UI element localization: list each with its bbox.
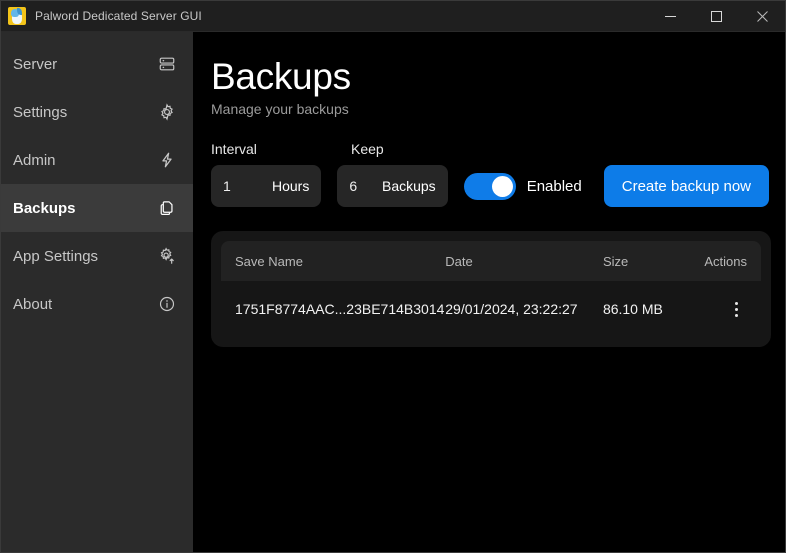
sidebar-item-server[interactable]: Server [1,40,193,88]
keep-value: 6 [349,178,358,195]
window-controls [647,1,785,32]
enabled-toggle-group: Enabled [463,172,582,200]
control-labels-row: Interval Keep [211,141,769,157]
page-subtitle: Manage your backups [211,101,349,118]
backups-table-header: Save Name Date Size Actions [221,241,761,282]
column-header-size: Size [602,253,629,269]
minimize-icon[interactable] [647,1,693,32]
palworld-app-icon [8,7,26,25]
cell-save-name: 1751F8774AAC...23BE714B3014 [235,301,445,318]
sidebar-item-app-settings[interactable]: App Settings [1,232,193,280]
backups-table-card: Save Name Date Size Actions 1751F8774AAC… [211,231,771,348]
cell-date: 29/01/2024, 23:22:27 [445,301,578,318]
sidebar-item-label: Backups [13,199,76,217]
sidebar-item-about[interactable]: About [1,280,193,328]
sidebar-item-label: Admin [13,151,56,169]
sidebar-item-label: App Settings [13,247,99,265]
title-bar: Palword Dedicated Server GUI [1,1,785,32]
column-header-actions: Actions [704,253,747,269]
sidebar-item-label: Server [13,55,58,73]
enabled-toggle-label: Enabled [526,177,582,195]
keep-unit: Backups [381,178,436,195]
interval-label: Interval [211,141,257,158]
app-window: Palword Dedicated Server GUI Server Sett… [0,0,786,553]
main-content: Backups Manage your backups Interval Kee… [193,32,785,552]
kebab-menu-icon[interactable] [725,298,747,320]
sidebar-item-label: About [13,295,53,313]
window-body: Server Settings Admin Backups App Settin… [1,32,785,552]
cell-actions [687,298,747,320]
column-header-save-name: Save Name [235,253,303,269]
copy-icon [157,198,177,218]
column-header-date: Date [445,253,473,269]
sidebar-item-admin[interactable]: Admin [1,136,193,184]
lightning-bolt-icon [157,150,177,170]
sidebar-item-label: Settings [13,103,68,121]
info-circle-icon [157,294,177,314]
table-row[interactable]: 1751F8774AAC...23BE714B3014 29/01/2024, … [221,281,761,337]
sidebar-item-backups[interactable]: Backups [1,184,193,232]
gear-upload-icon [157,246,177,266]
page-title: Backups [211,56,351,97]
maximize-icon[interactable] [693,1,739,32]
close-icon[interactable] [739,1,785,32]
toggle-knob [491,175,513,197]
sidebar: Server Settings Admin Backups App Settin… [1,32,193,552]
interval-value: 1 [223,178,231,195]
interval-input[interactable]: 1 Hours [211,165,322,208]
server-icon [157,54,177,74]
keep-label: Keep [351,141,384,158]
keep-input[interactable]: 6 Backups [337,165,448,208]
interval-unit: Hours [271,178,310,195]
window-title: Palword Dedicated Server GUI [35,9,202,23]
gear-icon [157,102,177,122]
enabled-toggle[interactable] [463,172,516,200]
cell-size: 86.10 MB [602,301,663,318]
create-backup-button[interactable]: Create backup now [603,165,769,208]
sidebar-item-settings[interactable]: Settings [1,88,193,136]
controls-row: 1 Hours 6 Backups Enabled Create backup … [211,165,769,208]
